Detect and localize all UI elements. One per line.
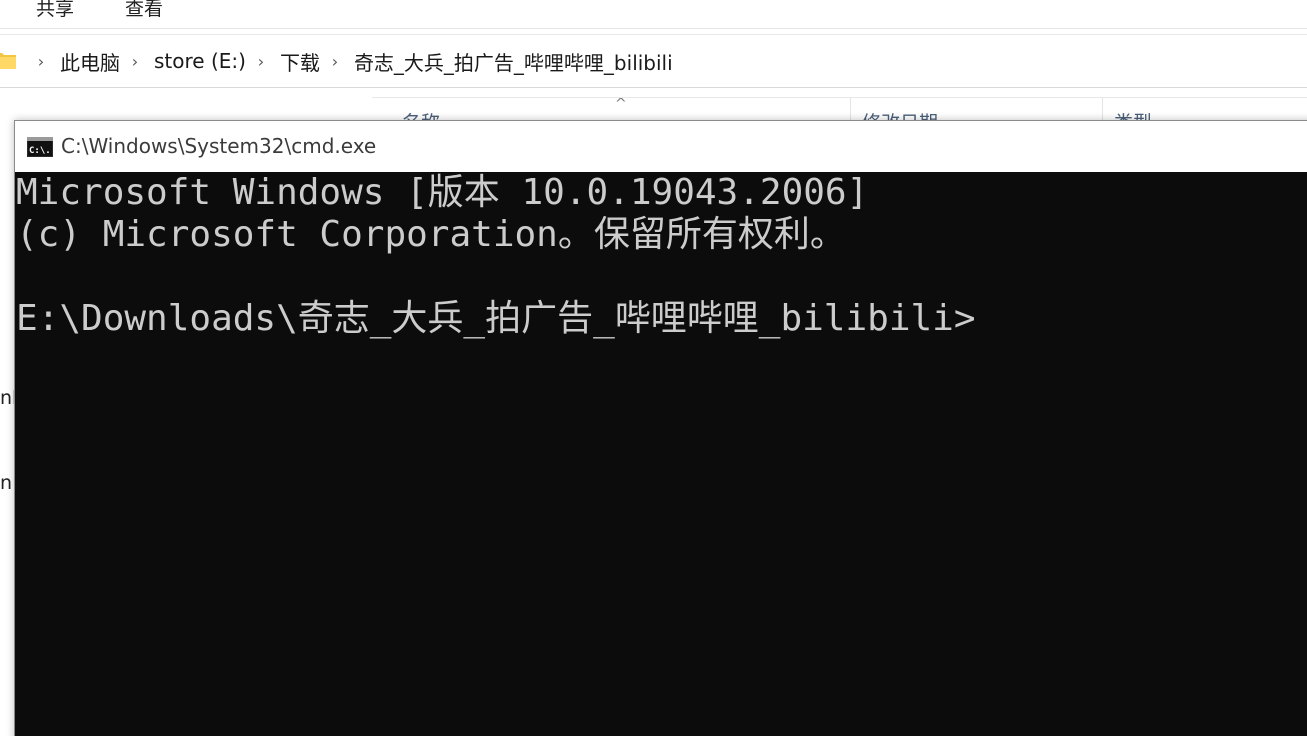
nav-pane-item[interactable]: nlo [0, 387, 14, 409]
explorer-ribbon-tabs: 共享 查看 [0, 0, 1307, 29]
chevron-right-icon[interactable]: › [254, 52, 268, 71]
cmd-titlebar[interactable]: C:\. C:\Windows\System32\cmd.exe [15, 121, 1307, 172]
chevron-right-icon[interactable]: › [128, 52, 142, 71]
command-prompt-icon-label: C:\. [29, 146, 51, 156]
breadcrumb-current-folder[interactable]: 奇志_大兵_拍广告_哔哩哔哩_bilibili [350, 47, 677, 76]
breadcrumb-this-pc[interactable]: 此电脑 [56, 47, 124, 76]
console-output[interactable]: Microsoft Windows [版本 10.0.19043.2006] (… [15, 172, 1307, 736]
folder-icon [0, 53, 16, 69]
ribbon-tab-share[interactable]: 共享 [36, 0, 74, 21]
chevron-right-icon[interactable]: › [34, 52, 48, 71]
console-line: Microsoft Windows [版本 10.0.19043.2006] [16, 172, 869, 213]
cmd-window-title: C:\Windows\System32\cmd.exe [61, 134, 377, 158]
cmd-window[interactable]: C:\. C:\Windows\System32\cmd.exe Microso… [14, 120, 1307, 736]
nav-pane-item[interactable]: n [0, 472, 14, 494]
breadcrumb-drive-e[interactable]: store (E:) [150, 49, 250, 73]
ribbon-tab-view[interactable]: 查看 [125, 0, 163, 21]
command-prompt-icon: C:\. [27, 137, 53, 157]
console-prompt-line[interactable]: E:\Downloads\奇志_大兵_拍广告_哔哩哔哩_bilibili> [15, 298, 1307, 340]
desktop: 共享 查看 › 此电脑 › store (E:) › 下载 › 奇志_大兵_拍广… [0, 0, 1307, 736]
explorer-address-bar[interactable]: › 此电脑 › store (E:) › 下载 › 奇志_大兵_拍广告_哔哩哔哩… [0, 34, 1307, 88]
console-line: (c) Microsoft Corporation。保留所有权利。 [16, 214, 846, 255]
chevron-right-icon[interactable]: › [328, 52, 342, 71]
breadcrumb: › 此电脑 › store (E:) › 下载 › 奇志_大兵_拍广告_哔哩哔哩… [30, 35, 677, 87]
breadcrumb-downloads[interactable]: 下载 [276, 47, 324, 76]
sort-ascending-icon: ^ [615, 97, 627, 112]
